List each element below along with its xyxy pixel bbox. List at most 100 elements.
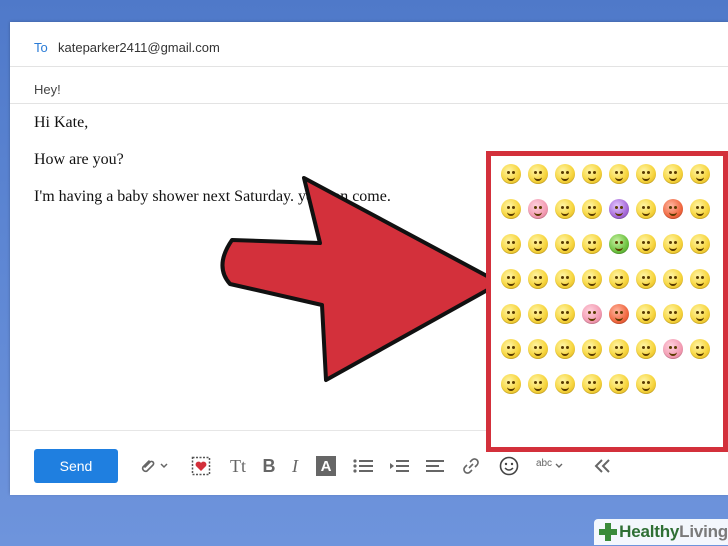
emoji-mouth xyxy=(669,316,677,321)
emoji-mouth xyxy=(534,211,542,216)
emoji-option[interactable] xyxy=(582,234,602,254)
emoji-option[interactable] xyxy=(663,269,683,289)
emoji-option[interactable] xyxy=(528,234,548,254)
emoji-option[interactable] xyxy=(663,304,683,324)
emoji-option[interactable] xyxy=(690,339,710,359)
emoji-option[interactable] xyxy=(636,234,656,254)
emoji-option[interactable] xyxy=(663,199,683,219)
emoji-option[interactable] xyxy=(636,339,656,359)
emoji-option[interactable] xyxy=(582,339,602,359)
watermark-suffix: Living xyxy=(679,522,728,541)
emoji-mouth xyxy=(642,316,650,321)
emoji-mouth xyxy=(669,211,677,216)
emoji-mouth xyxy=(642,211,650,216)
emoji-option[interactable] xyxy=(609,234,629,254)
emoji-option[interactable] xyxy=(663,234,683,254)
emoji-mouth xyxy=(561,246,569,251)
emoji-option[interactable] xyxy=(501,374,521,394)
emoji-option[interactable] xyxy=(555,164,575,184)
emoji-option[interactable] xyxy=(582,164,602,184)
emoji-mouth xyxy=(588,351,596,356)
emoji-mouth xyxy=(561,281,569,286)
emoji-mouth xyxy=(534,351,542,356)
emoji-option[interactable] xyxy=(582,374,602,394)
emoji-mouth xyxy=(507,176,515,181)
emoji-mouth xyxy=(588,281,596,286)
emoji-mouth xyxy=(561,386,569,391)
emoji-option[interactable] xyxy=(636,374,656,394)
emoji-option[interactable] xyxy=(528,374,548,394)
emoji-option[interactable] xyxy=(663,164,683,184)
emoji-option[interactable] xyxy=(555,234,575,254)
emoji-option[interactable] xyxy=(609,339,629,359)
emoji-mouth xyxy=(642,246,650,251)
watermark-brand: Healthy xyxy=(619,522,680,541)
emoji-option[interactable] xyxy=(609,269,629,289)
emoji-mouth xyxy=(561,176,569,181)
emoji-mouth xyxy=(588,386,596,391)
emoji-option[interactable] xyxy=(636,164,656,184)
emoji-mouth xyxy=(696,351,704,356)
emoji-option[interactable] xyxy=(690,234,710,254)
emoji-option[interactable] xyxy=(555,304,575,324)
emoji-mouth xyxy=(534,386,542,391)
emoji-option[interactable] xyxy=(528,304,548,324)
emoji-mouth xyxy=(696,281,704,286)
emoji-option[interactable] xyxy=(528,164,548,184)
emoji-option[interactable] xyxy=(501,339,521,359)
emoji-mouth xyxy=(642,176,650,181)
emoji-option[interactable] xyxy=(528,339,548,359)
emoji-mouth xyxy=(507,211,515,216)
emoji-option[interactable] xyxy=(636,269,656,289)
emoji-option[interactable] xyxy=(555,269,575,289)
emoji-mouth xyxy=(561,211,569,216)
emoji-mouth xyxy=(696,246,704,251)
cross-icon xyxy=(599,523,618,541)
emoji-option[interactable] xyxy=(609,374,629,394)
emoji-option[interactable] xyxy=(501,269,521,289)
emoji-option[interactable] xyxy=(582,199,602,219)
emoji-option[interactable] xyxy=(690,269,710,289)
emoji-option[interactable] xyxy=(501,234,521,254)
emoji-option[interactable] xyxy=(690,199,710,219)
emoji-mouth xyxy=(507,316,515,321)
emoji-mouth xyxy=(534,246,542,251)
emoji-option[interactable] xyxy=(663,339,683,359)
emoji-mouth xyxy=(615,176,623,181)
emoji-option[interactable] xyxy=(609,164,629,184)
emoji-mouth xyxy=(615,211,623,216)
emoji-option[interactable] xyxy=(528,269,548,289)
emoji-mouth xyxy=(588,211,596,216)
emoji-mouth xyxy=(642,281,650,286)
emoji-option[interactable] xyxy=(636,304,656,324)
emoji-mouth xyxy=(696,316,704,321)
emoji-mouth xyxy=(669,176,677,181)
emoji-option[interactable] xyxy=(555,339,575,359)
emoji-option[interactable] xyxy=(582,304,602,324)
emoji-mouth xyxy=(588,316,596,321)
emoji-mouth xyxy=(669,246,677,251)
emoji-mouth xyxy=(669,351,677,356)
emoji-mouth xyxy=(615,316,623,321)
emoji-option[interactable] xyxy=(501,304,521,324)
emoji-mouth xyxy=(507,351,515,356)
emoji-option[interactable] xyxy=(690,164,710,184)
emoji-mouth xyxy=(507,386,515,391)
emoji-mouth xyxy=(534,316,542,321)
emoji-mouth xyxy=(642,386,650,391)
emoji-option[interactable] xyxy=(690,304,710,324)
emoji-option[interactable] xyxy=(528,199,548,219)
emoji-option[interactable] xyxy=(609,199,629,219)
emoji-mouth xyxy=(696,211,704,216)
emoji-option[interactable] xyxy=(501,164,521,184)
emoji-mouth xyxy=(534,176,542,181)
emoji-mouth xyxy=(534,281,542,286)
emoji-mouth xyxy=(561,316,569,321)
emoji-option[interactable] xyxy=(582,269,602,289)
emoji-option[interactable] xyxy=(609,304,629,324)
emoji-option[interactable] xyxy=(555,374,575,394)
emoji-option[interactable] xyxy=(501,199,521,219)
emoji-mouth xyxy=(669,281,677,286)
emoji-option[interactable] xyxy=(555,199,575,219)
emoji-option[interactable] xyxy=(636,199,656,219)
